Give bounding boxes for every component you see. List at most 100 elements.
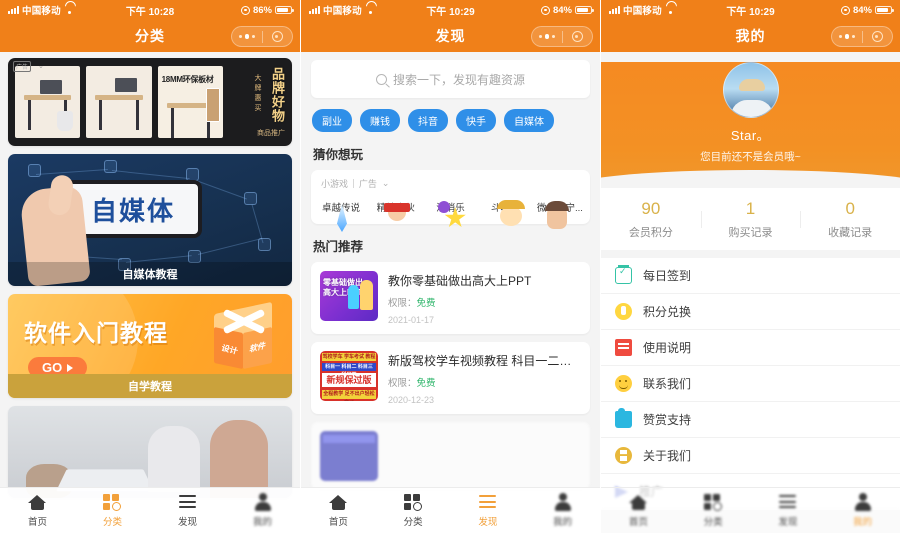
tab-category[interactable]: 分类 (676, 488, 751, 533)
stat-points[interactable]: 90 会员积分 (601, 199, 701, 240)
game-item[interactable]: 微乐辽宁... (536, 198, 584, 216)
battery-icon (875, 5, 894, 15)
list-item[interactable]: 零基础做出 高大上PPT 教你零基础做出高大上PPT 权限：免费 2021-01-… (311, 262, 590, 334)
mine-content[interactable]: Star。 您目前还不是会员哦~ 90 会员积分 1 购买记录 0 收藏记录 ✓… (601, 52, 900, 533)
close-target-icon[interactable] (262, 31, 292, 42)
item-title: 教你零基础做出高大上PPT (388, 274, 532, 288)
menu-item-contact-us[interactable]: 联系我们 (601, 366, 900, 402)
category-list[interactable]: 广告 ⌄ 18MM环保板材 大牌惠买 品牌好物 商品推广 自媒体 自媒体教程 软… (0, 52, 300, 533)
status-right: 84% (840, 4, 894, 16)
page-title: 分类 (135, 28, 165, 44)
close-target-icon[interactable] (862, 31, 892, 42)
chevron-down-icon[interactable]: ⌄ (382, 178, 390, 189)
item-title: 新版驾校学车视频教程 科目一二三四... (388, 354, 581, 368)
tab-discover[interactable]: 发现 (451, 488, 526, 533)
close-target-icon[interactable] (562, 31, 592, 42)
more-dots-icon[interactable] (832, 34, 862, 39)
ad-thumb-1 (15, 66, 81, 138)
more-dots-icon[interactable] (532, 34, 562, 39)
ad-thumb-2 (86, 66, 152, 138)
miniprogram-capsule[interactable] (531, 26, 593, 47)
stats-row[interactable]: 90 会员积分 1 购买记录 0 收藏记录 (601, 188, 900, 250)
stat-purchases[interactable]: 1 购买记录 (700, 198, 801, 240)
bottom-tab-bar[interactable]: 首页 分类 发现 我的 (601, 487, 900, 533)
status-bar: 中国移动 下午 10:28 86% (0, 0, 300, 20)
ad-subheadline: 大牌惠买 (253, 74, 261, 114)
tab-discover[interactable]: 发现 (751, 488, 826, 533)
miniprogram-capsule[interactable] (231, 26, 293, 47)
stat-favorites[interactable]: 0 收藏记录 (800, 199, 900, 240)
tab-label: 首页 (27, 517, 47, 528)
mini-games-row[interactable]: 卓越传说 精神小伙 消消乐 斗地主 (317, 198, 584, 216)
stat-value: 1 (745, 198, 756, 218)
tab-label: 我的 (853, 517, 873, 528)
tab-home[interactable]: 首页 (0, 488, 75, 533)
tab-home[interactable]: 首页 (301, 488, 376, 533)
search-icon (375, 73, 387, 85)
hot-recommend-list[interactable]: 零基础做出 高大上PPT 教你零基础做出高大上PPT 权限：免费 2021-01-… (311, 262, 590, 490)
tag-chip[interactable]: 自媒体 (504, 109, 554, 132)
battery-percent: 84% (852, 4, 872, 16)
grid-search-icon (403, 493, 423, 511)
tag-chip[interactable]: 快手 (456, 109, 496, 132)
bottom-tab-bar[interactable]: 首页 分类 发现 我的 (301, 487, 600, 533)
tab-category[interactable]: 分类 (376, 488, 451, 533)
list-icon (478, 493, 497, 511)
card-office-photo[interactable] (8, 406, 292, 498)
card-ad-banner[interactable]: 广告 ⌄ 18MM环保板材 大牌惠买 品牌好物 商品推广 (8, 58, 292, 146)
mini-games-panel[interactable]: 小游戏 广告 ⌄ 卓越传说 精神小伙 消消 (311, 170, 590, 224)
miniprogram-capsule[interactable] (831, 26, 893, 47)
menu-item-support[interactable]: 赞赏支持 (601, 402, 900, 438)
tab-label: 发现 (778, 517, 798, 528)
tab-home[interactable]: 首页 (601, 488, 676, 533)
grid-search-icon (103, 493, 122, 511)
tab-label: 分类 (102, 517, 122, 528)
office-photo-image (8, 406, 292, 498)
list-item[interactable]: 驾校学车 学车考试 教程 科目一 科目二 科目三 科目四 新规保过版 全程教学 … (311, 342, 590, 414)
game-item[interactable]: 斗地主 (481, 198, 529, 216)
battery-icon (275, 5, 294, 15)
list-icon (178, 493, 197, 511)
game-item[interactable]: 消消乐 (427, 198, 475, 216)
tab-mine[interactable]: 我的 (825, 488, 900, 533)
tab-mine[interactable]: 我的 (225, 488, 300, 533)
username: Star。 (730, 128, 771, 143)
item-meta: 新版驾校学车视频教程 科目一二三四... 权限：免费 2020-12-23 (388, 351, 581, 405)
tab-label: 我的 (553, 517, 573, 528)
card-label-software: 自学教程 (8, 374, 292, 398)
list-item[interactable] (311, 422, 590, 490)
menu-item-points-exchange[interactable]: 积分兑换 (601, 294, 900, 330)
search-bar[interactable]: 搜索一下，发现有趣资源 (311, 60, 590, 98)
menu-item-daily-checkin[interactable]: 每日签到 (601, 258, 900, 294)
card-software-tutorial[interactable]: 软件入门教程 GO 设计 软件 自学教程 (8, 294, 292, 398)
more-dots-icon[interactable] (232, 34, 262, 39)
search-input[interactable]: 搜索一下，发现有趣资源 (393, 71, 525, 88)
stat-value: 90 (641, 198, 661, 218)
item-meta (388, 431, 581, 481)
game-item[interactable]: 卓越传说 (317, 198, 365, 216)
tab-category[interactable]: 分类 (75, 488, 150, 533)
tag-chip[interactable]: 抖音 (408, 109, 448, 132)
phone-screen-category: 中国移动 下午 10:28 86% 分类 广告 ⌄ 18MM环保板材 大牌惠买 … (0, 0, 300, 533)
item-date: 2020-12-23 (388, 395, 435, 405)
tab-discover[interactable]: 发现 (150, 488, 225, 533)
chevron-down-icon[interactable]: ⌄ (38, 62, 44, 70)
permission-value: 免费 (416, 378, 436, 389)
user-icon (253, 493, 272, 511)
tab-mine[interactable]: 我的 (525, 488, 600, 533)
tag-chip[interactable]: 副业 (312, 109, 352, 132)
discover-content[interactable]: 搜索一下，发现有趣资源 副业 赚钱 抖音 快手 自媒体 猜你想玩 小游戏 广告 … (301, 52, 600, 533)
tag-chip[interactable]: 赚钱 (360, 109, 400, 132)
card-self-media[interactable]: 自媒体 自媒体教程 (8, 154, 292, 286)
avatar[interactable] (722, 62, 779, 118)
item-thumbnail: 驾校学车 学车考试 教程 科目一 科目二 科目三 科目四 新规保过版 全程教学 … (320, 351, 378, 401)
book-icon (615, 339, 632, 356)
menu-item-instructions[interactable]: 使用说明 (601, 330, 900, 366)
grid-search-icon (703, 493, 723, 511)
game-item[interactable]: 精神小伙 (372, 198, 420, 216)
tab-label: 我的 (252, 517, 272, 528)
rotation-lock-icon (540, 5, 550, 15)
tag-chip-row[interactable]: 副业 赚钱 抖音 快手 自媒体 (312, 109, 589, 132)
bottom-tab-bar[interactable]: 首页 分类 发现 我的 (0, 487, 300, 533)
self-media-hero-text: 自媒体 (90, 195, 175, 226)
